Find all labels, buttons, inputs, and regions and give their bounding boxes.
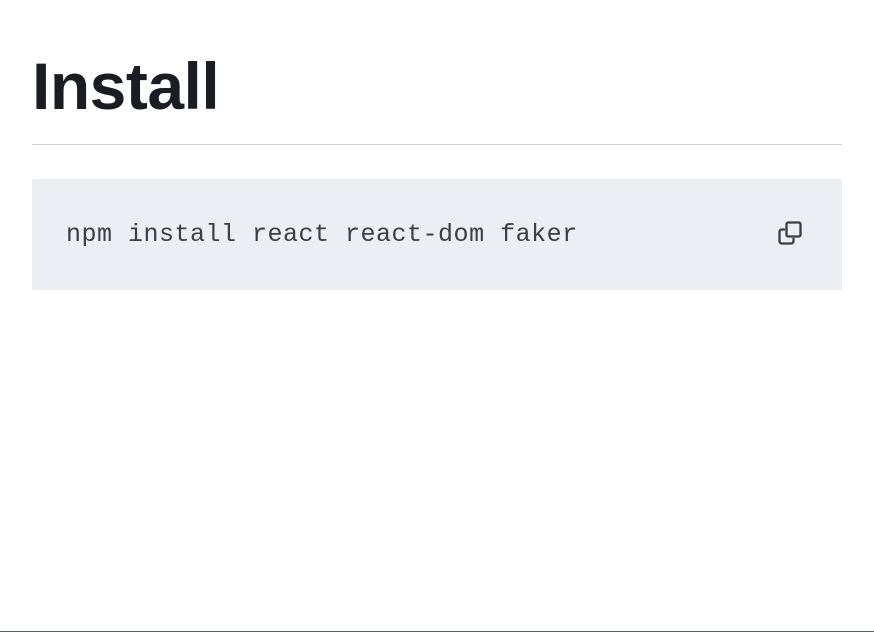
page-title: Install xyxy=(32,48,842,145)
code-block: npm install react react-dom faker xyxy=(32,179,842,290)
code-command: npm install react react-dom faker xyxy=(66,220,578,249)
copy-button[interactable] xyxy=(772,215,808,254)
copy-icon xyxy=(776,219,804,250)
